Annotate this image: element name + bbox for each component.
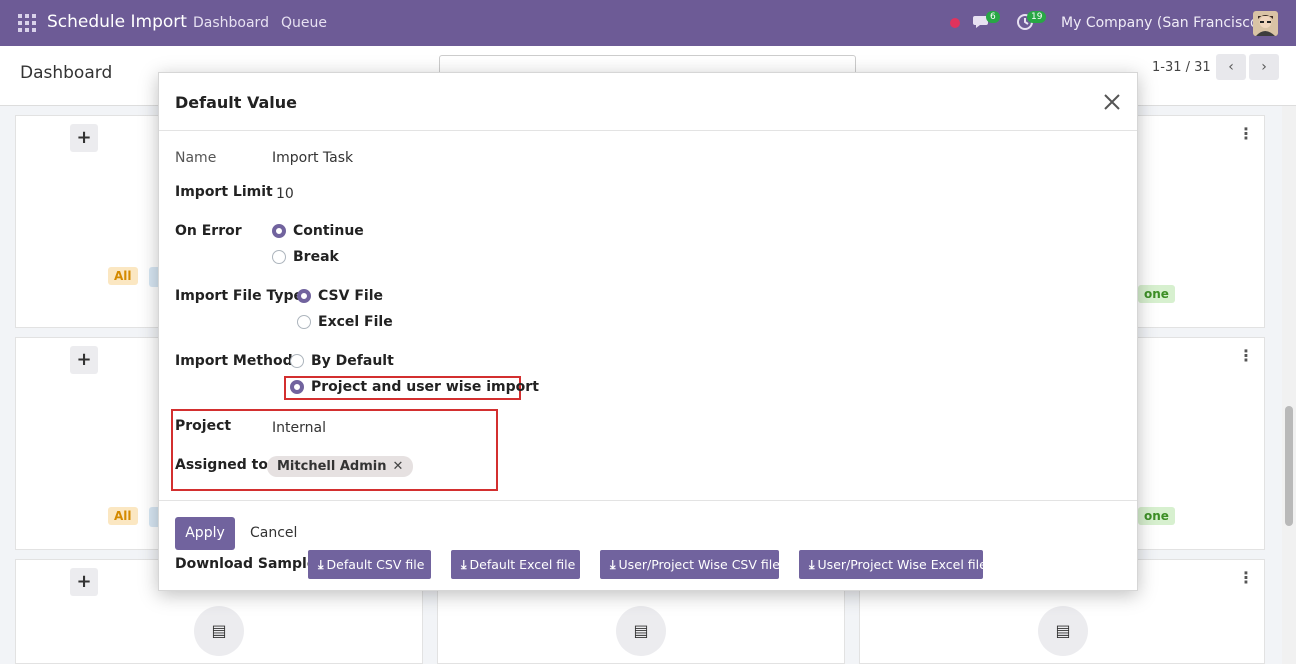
import-limit-field[interactable]: 10 <box>276 186 294 202</box>
method-project-user-radio[interactable] <box>290 380 304 394</box>
dialog-title: Default Value <box>175 93 298 112</box>
on-error-break-label[interactable]: Break <box>293 249 339 265</box>
download-icon: ⤓ <box>318 557 324 572</box>
assigned-to-label: Assigned to <box>175 457 268 473</box>
download-default-csv-button[interactable]: ⤓ Default CSV file <box>308 550 431 579</box>
assignee-tag: Mitchell Admin ✕ <box>267 456 414 477</box>
close-icon[interactable] <box>1102 92 1122 112</box>
download-default-excel-button[interactable]: ⤓ Default Excel file <box>451 550 580 579</box>
name-label: Name <box>175 150 217 166</box>
remove-tag-icon[interactable]: ✕ <box>392 459 403 474</box>
download-user-project-csv-button[interactable]: ⤓ User/Project Wise CSV file <box>600 550 780 579</box>
on-error-continue-radio[interactable] <box>272 224 286 238</box>
download-icon: ⤓ <box>610 557 616 572</box>
apply-button[interactable]: Apply <box>175 517 235 550</box>
default-value-dialog: Default Value Name Import Task Import Li… <box>158 72 1138 591</box>
cancel-button[interactable]: Cancel <box>250 525 297 541</box>
on-error-label: On Error <box>175 223 242 239</box>
project-label: Project <box>175 418 232 434</box>
dialog-header: Default Value <box>159 73 1137 131</box>
file-type-label: Import File Type <box>175 288 303 304</box>
file-type-csv-label[interactable]: CSV File <box>318 288 383 304</box>
on-error-break-radio[interactable] <box>272 250 286 264</box>
project-field[interactable]: Internal <box>272 420 326 436</box>
download-sample-label: Download Sample: <box>175 556 322 572</box>
name-value: Import Task <box>272 150 354 166</box>
file-type-excel-label[interactable]: Excel File <box>318 314 393 330</box>
download-user-project-excel-button[interactable]: ⤓ User/Project Wise Excel file <box>799 550 987 579</box>
download-icon: ⤓ <box>461 557 467 572</box>
file-type-csv-radio[interactable] <box>297 289 311 303</box>
file-type-excel-radio[interactable] <box>297 315 311 329</box>
method-project-user-label[interactable]: Project and user wise import <box>311 379 539 395</box>
download-icon: ⤓ <box>809 557 815 572</box>
dialog-footer-divider <box>159 500 1137 501</box>
on-error-continue-label[interactable]: Continue <box>293 223 364 239</box>
method-default-label[interactable]: By Default <box>311 353 394 369</box>
assignee-tag-label: Mitchell Admin <box>277 459 387 474</box>
method-default-radio[interactable] <box>290 354 304 368</box>
import-method-label: Import Method <box>175 353 293 369</box>
import-limit-label: Import Limit <box>175 184 273 200</box>
